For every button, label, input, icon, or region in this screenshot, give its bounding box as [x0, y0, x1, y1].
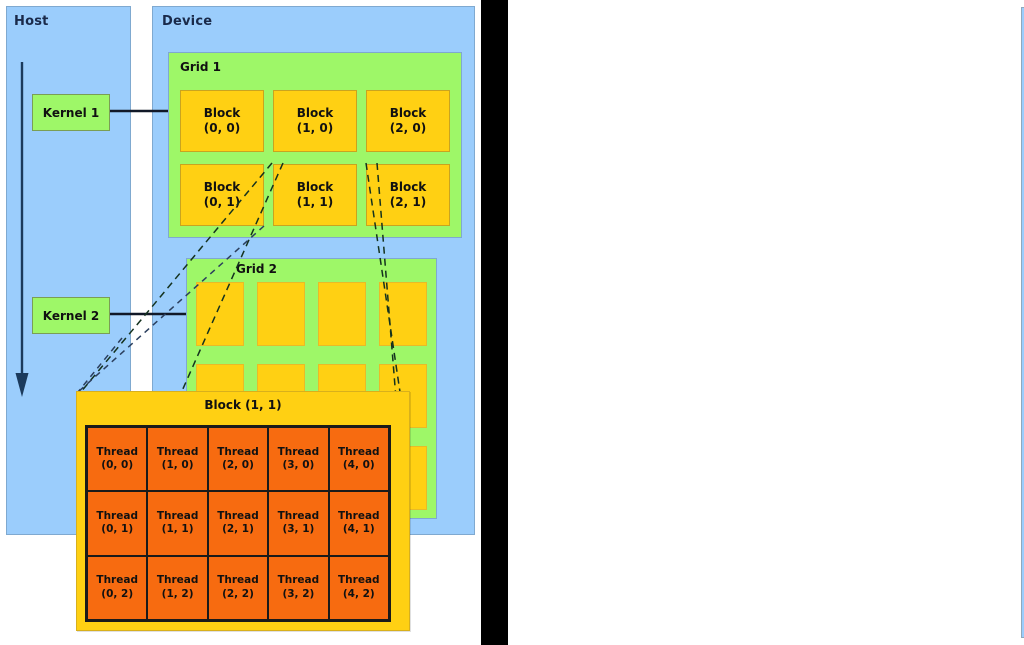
thread-label-line2: (3, 2) [282, 587, 315, 600]
grid-1-label: Grid 1 [180, 60, 221, 74]
thread-label-line2: (3, 0) [282, 459, 315, 472]
cuda-architecture-diagram: Host Device Kernel 1 Kernel 2 Grid 2 Gri… [0, 0, 1024, 645]
block-label-line2: (1, 1) [296, 195, 334, 209]
thread-label-line2: (3, 1) [282, 523, 315, 536]
grid-1-block: Block (0, 1) [180, 164, 264, 226]
grid-1-block: Block (0, 0) [180, 90, 264, 152]
block-1-1-title: Block (1, 1) [204, 398, 282, 412]
thread-label-line1: Thread [217, 509, 259, 522]
thread-label-line1: Thread [156, 445, 199, 458]
thread-cell: Thread (4, 1) [328, 491, 389, 556]
thread-label-line1: Thread [217, 445, 259, 458]
block-label-line2: (1, 0) [296, 121, 334, 135]
thread-label-line1: Thread [338, 509, 380, 522]
thread-cell: Thread (0, 1) [87, 491, 148, 556]
block-label-line1: Block [296, 180, 334, 194]
thread-label-line2: (2, 0) [222, 459, 254, 472]
thread-label-line2: (0, 2) [101, 587, 134, 600]
thread-label-line1: Thread [338, 574, 380, 587]
left-panel-programming-model: Host Device Kernel 1 Kernel 2 Grid 2 Gri… [0, 0, 481, 645]
thread-cell: Thread (2, 2) [207, 555, 269, 620]
grid-2-block [379, 282, 427, 346]
thread-label-line1: Thread [277, 574, 320, 587]
thread-label-line2: (4, 0) [342, 459, 375, 472]
grid-2-label: Grid 2 [236, 262, 277, 276]
block-label-line1: Block [203, 180, 241, 194]
thread-label-line1: Thread [277, 445, 320, 458]
grid-2-block [257, 282, 305, 346]
thread-cell: Thread (3, 0) [268, 427, 329, 492]
thread-grid-table: Thread (0, 0) Thread (1, 0) Thread (2, 0) Thre… [85, 425, 391, 622]
thread-label-line1: Thread [338, 445, 380, 458]
kernel-2-box[interactable]: Kernel 2 [32, 297, 110, 334]
thread-cell: Thread (2, 0) [207, 427, 269, 492]
thread-label-line2: (4, 2) [342, 587, 375, 600]
grid-1-block: Block (2, 1) [366, 164, 450, 226]
block-label-line2: (0, 1) [203, 195, 241, 209]
block-label-line1: Block [203, 106, 241, 120]
thread-label-line2: (1, 0) [161, 459, 194, 472]
thread-label-line2: (4, 1) [342, 523, 375, 536]
block-label-line2: (0, 0) [203, 121, 241, 135]
grid-1-block: Block (1, 0) [273, 90, 357, 152]
block-label-line2: (2, 0) [389, 121, 427, 135]
host-title: Host [14, 14, 49, 29]
thread-cell: Thread (0, 2) [87, 555, 148, 620]
block-label-line1: Block [296, 106, 334, 120]
panel-divider [481, 0, 508, 645]
block-label-line2: (2, 1) [389, 195, 427, 209]
block-label-line1: Block [389, 106, 427, 120]
thread-cell: Thread (3, 1) [268, 491, 329, 556]
thread-label-line1: Thread [217, 574, 259, 587]
grid-1-block: Block (2, 0) [366, 90, 450, 152]
thread-label-line2: (1, 1) [161, 523, 194, 536]
kernel-1-box[interactable]: Kernel 1 [32, 94, 110, 131]
thread-label-line1: Thread [156, 574, 199, 587]
thread-cell: Thread (1, 2) [147, 555, 208, 620]
kernel-2-label: Kernel 2 [42, 308, 100, 323]
grid-1-block-grid: Block (0, 0) Block (1, 0) Block (2, 0) Block (0… [180, 90, 450, 226]
thread-label-line2: (0, 0) [101, 459, 134, 472]
kernel-1-label: Kernel 1 [42, 105, 100, 120]
thread-cell: Thread (1, 0) [147, 427, 208, 492]
thread-cell: Thread (2, 1) [207, 491, 269, 556]
thread-cell: Thread (4, 0) [328, 427, 389, 492]
thread-label-line1: Thread [156, 509, 199, 522]
grid-2-block [196, 282, 244, 346]
thread-label-line2: (2, 1) [222, 523, 254, 536]
right-panel-memory-model: Grid Block (0, 0) Shared Memory Register… [508, 0, 1024, 645]
thread-label-line1: Thread [96, 509, 138, 522]
thread-label-line2: (1, 2) [161, 587, 194, 600]
thread-label-line1: Thread [277, 509, 320, 522]
thread-label-line2: (2, 2) [222, 587, 254, 600]
execution-time-arrow [15, 62, 29, 397]
thread-label-line2: (0, 1) [101, 523, 134, 536]
grid-2-block [318, 282, 366, 346]
device-title: Device [162, 14, 213, 29]
thread-cell: Thread (3, 2) [268, 555, 329, 620]
thread-cell: Thread (4, 2) [328, 555, 389, 620]
grid-1-block: Block (1, 1) [273, 164, 357, 226]
thread-cell: Thread (1, 1) [147, 491, 208, 556]
thread-label-line1: Thread [96, 574, 138, 587]
thread-cell: Thread (0, 0) [87, 427, 148, 492]
thread-label-line1: Thread [96, 445, 138, 458]
block-label-line1: Block [389, 180, 427, 194]
